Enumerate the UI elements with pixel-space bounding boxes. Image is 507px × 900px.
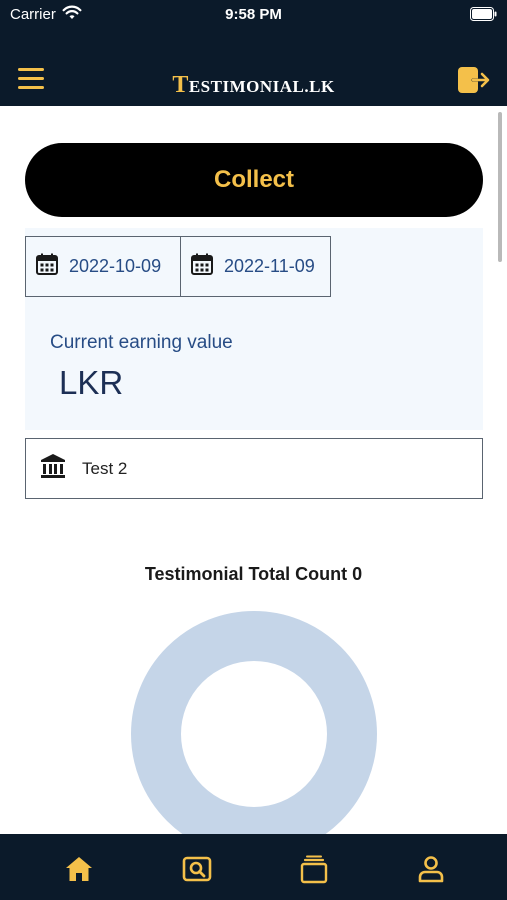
logo-text: ESTIMONIAL.LK [188, 77, 335, 96]
chart-title: Testimonial Total Count 0 [144, 564, 363, 584]
bank-selector[interactable]: Test 2 [25, 438, 483, 499]
status-bar: Carrier 9:58 PM [0, 0, 507, 36]
battery-icon [470, 7, 497, 25]
from-date-picker[interactable]: 2022-10-09 [25, 236, 181, 297]
search-icon[interactable] [182, 854, 212, 884]
bottom-nav [0, 834, 507, 900]
from-date-text: 2022-10-09 [69, 256, 162, 276]
clock: 9:58 PM [225, 6, 282, 23]
earning-label: Current earning value [50, 332, 233, 353]
collect-button[interactable]: Collect [25, 143, 483, 217]
scrollbar[interactable] [498, 112, 502, 262]
bank-icon [40, 453, 66, 484]
app-logo: TESTIMONIAL.LK [0, 72, 507, 99]
logout-icon[interactable] [457, 66, 491, 94]
earning-panel: 2022-10-09 2022-11-09 Current earning va… [25, 228, 483, 430]
testimonial-donut-chart [131, 611, 377, 834]
app-header: TESTIMONIAL.LK [0, 36, 507, 106]
earning-value: LKR [59, 364, 124, 401]
donut-empty-ring [131, 611, 377, 834]
to-date-picker[interactable]: 2022-11-09 [180, 236, 331, 297]
home-icon[interactable] [64, 854, 94, 884]
calendar-icon [35, 252, 59, 281]
main-content[interactable]: Collect 2022-10-09 2022-11-09 Current ea… [0, 106, 507, 834]
calendar-icon [190, 252, 214, 281]
bank-name: Test 2 [82, 458, 128, 478]
to-date-text: 2022-11-09 [224, 256, 315, 276]
logo-initial: T [172, 72, 189, 98]
profile-icon[interactable] [416, 854, 446, 884]
cards-icon[interactable] [299, 854, 329, 884]
